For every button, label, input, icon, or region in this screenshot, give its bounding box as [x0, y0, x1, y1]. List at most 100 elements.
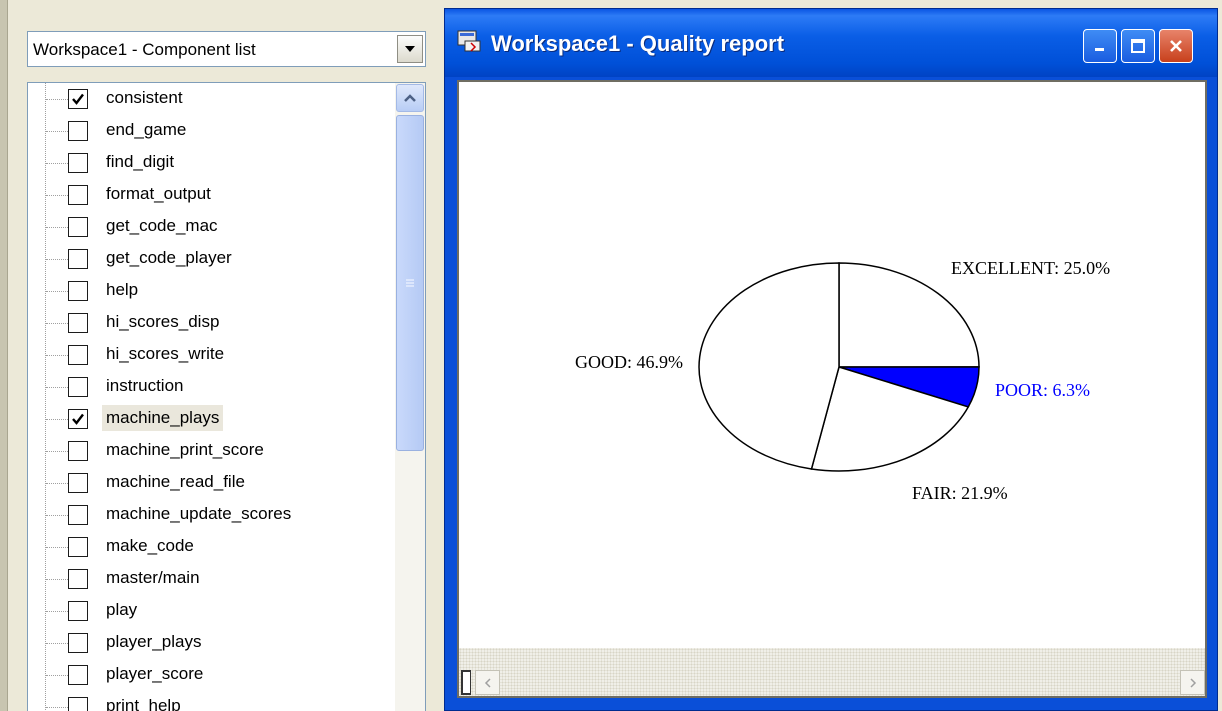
close-button[interactable]: [1159, 29, 1193, 63]
minimize-button[interactable]: [1083, 29, 1117, 63]
component-label: player_score: [106, 664, 204, 683]
component-item[interactable]: machine_read_file: [28, 467, 398, 499]
component-label: consistent: [106, 88, 183, 107]
component-item[interactable]: find_digit: [28, 147, 398, 179]
tree-connector: [46, 131, 68, 132]
component-checkbox[interactable]: [68, 185, 88, 205]
dropdown-arrow-icon[interactable]: [397, 35, 423, 63]
pie-label-fair: FAIR: 21.9%: [912, 483, 1008, 503]
component-checkbox[interactable]: [68, 697, 88, 711]
combo-value: Workspace1 - Component list: [33, 40, 256, 59]
component-label: help: [106, 280, 139, 299]
pie-slice-good: [698, 262, 840, 470]
component-label: print_help: [106, 696, 181, 711]
component-label: master/main: [106, 568, 200, 587]
component-label: end_game: [106, 120, 187, 139]
component-item[interactable]: hi_scores_disp: [28, 307, 398, 339]
component-label: format_output: [106, 184, 211, 203]
grip-icon: [406, 279, 414, 287]
component-checkbox[interactable]: [68, 121, 88, 141]
window-titlebar[interactable]: Workspace1 - Quality report: [445, 9, 1217, 77]
component-item[interactable]: machine_print_score: [28, 435, 398, 467]
close-icon: [1170, 40, 1182, 52]
component-label: hi_scores_write: [106, 344, 225, 363]
pie-slice-excellent: [838, 262, 980, 368]
component-checkbox[interactable]: [68, 537, 88, 557]
component-checkbox[interactable]: [68, 633, 88, 653]
tree-connector: [46, 259, 68, 260]
component-checkbox[interactable]: [68, 409, 88, 429]
tree-connector: [46, 227, 68, 228]
component-checkbox[interactable]: [68, 601, 88, 621]
split-handle[interactable]: [461, 670, 471, 695]
component-checkbox[interactable]: [68, 217, 88, 237]
component-checkbox[interactable]: [68, 441, 88, 461]
scroll-right-icon[interactable]: [1180, 670, 1205, 695]
quality-report-window: Workspace1 - Quality report EXCELLENT: 2…: [444, 8, 1218, 711]
component-item[interactable]: end_game: [28, 115, 398, 147]
tree-connector: [46, 579, 68, 580]
component-checkbox[interactable]: [68, 473, 88, 493]
app-icon: [457, 30, 481, 52]
tree-connector: [46, 291, 68, 292]
component-item[interactable]: consistent: [28, 83, 398, 115]
component-item[interactable]: machine_plays: [28, 403, 398, 435]
component-checkbox[interactable]: [68, 377, 88, 397]
splitter[interactable]: [426, 0, 440, 711]
tree-connector: [46, 483, 68, 484]
tree-connector: [46, 323, 68, 324]
tree-connector: [46, 515, 68, 516]
tree-connector: [46, 707, 68, 708]
maximize-button[interactable]: [1121, 29, 1155, 63]
component-item[interactable]: make_code: [28, 531, 398, 563]
report-client-area: EXCELLENT: 25.0% POOR: 6.3% FAIR: 21.9% GOO…: [457, 80, 1207, 698]
component-panel: Workspace1 - Component list consistent en…: [0, 0, 440, 711]
component-label: play: [106, 600, 138, 619]
scroll-thumb[interactable]: [396, 115, 424, 451]
pie-label-poor: POOR: 6.3%: [995, 380, 1090, 400]
component-checkbox[interactable]: [68, 153, 88, 173]
checkmark-icon: [72, 93, 84, 105]
component-checkbox[interactable]: [68, 281, 88, 301]
component-item[interactable]: hi_scores_write: [28, 339, 398, 371]
component-checkbox[interactable]: [68, 569, 88, 589]
component-item[interactable]: master/main: [28, 563, 398, 595]
tree-connector: [46, 99, 68, 100]
component-item[interactable]: get_code_mac: [28, 211, 398, 243]
component-item[interactable]: player_plays: [28, 627, 398, 659]
vertical-scrollbar[interactable]: [395, 83, 425, 711]
component-label: hi_scores_disp: [106, 312, 220, 331]
component-item[interactable]: machine_update_scores: [28, 499, 398, 531]
tree-connector: [46, 387, 68, 388]
component-checkbox[interactable]: [68, 665, 88, 685]
component-checkbox[interactable]: [68, 345, 88, 365]
component-item[interactable]: get_code_player: [28, 243, 398, 275]
component-checkbox[interactable]: [68, 249, 88, 269]
quality-pie-chart: EXCELLENT: 25.0% POOR: 6.3% FAIR: 21.9% GOO…: [575, 258, 1110, 503]
scroll-up-icon[interactable]: [396, 84, 424, 112]
component-item[interactable]: play: [28, 595, 398, 627]
component-checkbox[interactable]: [68, 313, 88, 333]
pie-label-excellent: EXCELLENT: 25.0%: [951, 258, 1110, 278]
component-tree: consistent end_game find_digit format_outpu…: [27, 82, 426, 711]
component-item[interactable]: instruction: [28, 371, 398, 403]
pie-label-good: GOOD: 46.9%: [575, 352, 683, 372]
horizontal-scrollbar[interactable]: [459, 648, 1205, 696]
component-label: make_code: [106, 536, 194, 555]
checkmark-icon: [72, 413, 84, 425]
tree-connector: [46, 643, 68, 644]
component-label: machine_plays: [102, 405, 224, 431]
component-label: machine_print_score: [106, 440, 264, 459]
component-item[interactable]: print_help: [28, 691, 398, 711]
scroll-left-icon[interactable]: [475, 670, 500, 695]
tree-connector: [46, 611, 68, 612]
component-item[interactable]: format_output: [28, 179, 398, 211]
component-item[interactable]: player_score: [28, 659, 398, 691]
maximize-icon: [1131, 39, 1145, 53]
component-checkbox[interactable]: [68, 89, 88, 109]
tree-connector: [46, 419, 68, 420]
component-checkbox[interactable]: [68, 505, 88, 525]
component-label: machine_update_scores: [106, 504, 292, 523]
component-item[interactable]: help: [28, 275, 398, 307]
component-list-combobox[interactable]: Workspace1 - Component list: [27, 31, 426, 67]
